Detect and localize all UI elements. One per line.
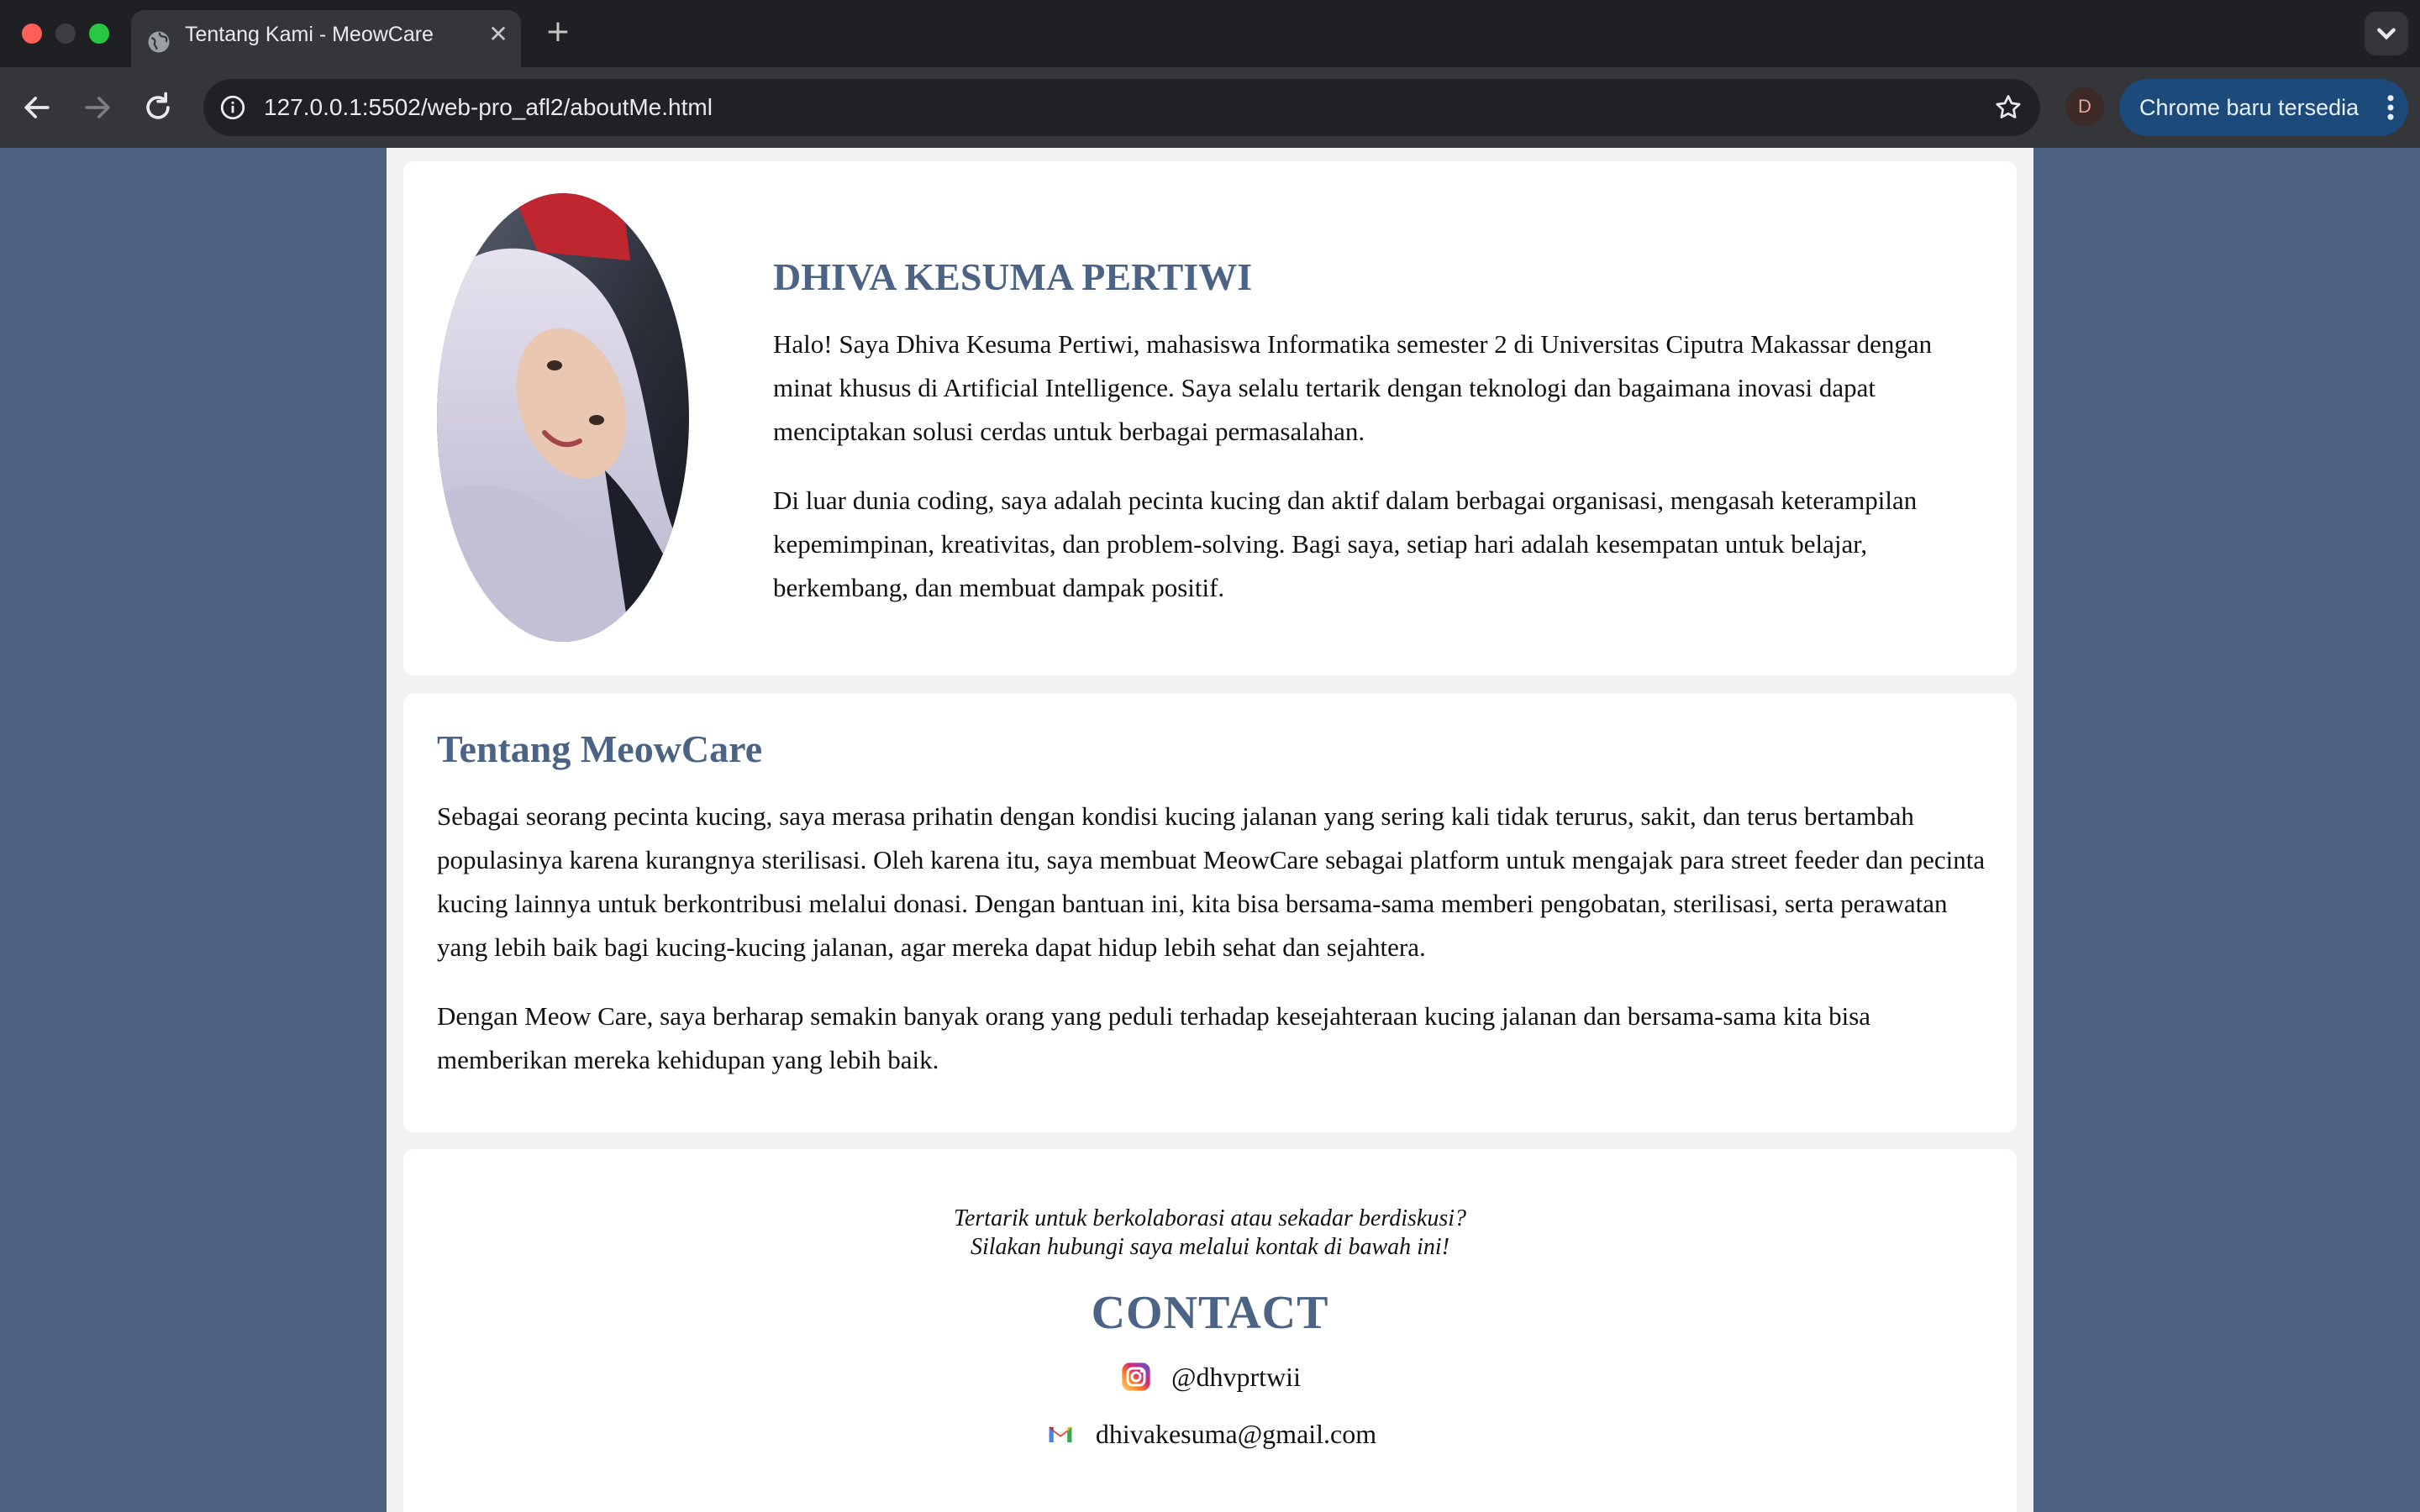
reload-icon[interactable] [139, 89, 176, 126]
back-icon[interactable] [18, 89, 55, 126]
tab-active[interactable]: Tentang Kami - MeowCare ✕ [131, 10, 521, 67]
profile-avatar[interactable]: D [2065, 87, 2104, 126]
email-link[interactable]: dhivakesuma@gmail.com [403, 1415, 2017, 1453]
bio-section: DHIVA KESUMA PERTIWI Halo! Saya Dhiva Ke… [773, 254, 1983, 610]
url-text[interactable]: 127.0.0.1:5502/web-pro_afl2/aboutMe.html [264, 79, 713, 136]
about-paragraph: Sebagai seorang pecinta kucing, saya mer… [437, 801, 1986, 962]
info-icon[interactable] [218, 93, 247, 122]
kebab-menu-icon[interactable] [2386, 94, 2395, 121]
email-address[interactable]: dhivakesuma@gmail.com [1096, 1415, 1376, 1453]
update-label: Chrome baru tersedia [2139, 95, 2360, 120]
forward-icon[interactable] [79, 89, 116, 126]
chrome-update-button[interactable]: Chrome baru tersedia [2119, 79, 2408, 136]
tab-close-icon[interactable]: ✕ [486, 22, 511, 47]
about-title: Tentang MeowCare [437, 727, 763, 770]
globe-icon [148, 31, 170, 53]
tab-title: Tentang Kami - MeowCare [185, 23, 434, 46]
window-maximize-button[interactable] [89, 24, 109, 44]
contact-title: CONTACT [1091, 1287, 1329, 1339]
new-tab-button[interactable]: + [541, 15, 575, 49]
chevron-down-icon [2377, 28, 2396, 40]
window-close-button[interactable] [22, 24, 42, 44]
profile-photo [437, 193, 689, 642]
tab-strip: Tentang Kami - MeowCare ✕ + [0, 0, 2420, 67]
profile-card: DHIVA KESUMA PERTIWI Halo! Saya Dhiva Ke… [403, 161, 2017, 675]
star-icon[interactable] [1993, 92, 2023, 123]
page-container: DHIVA KESUMA PERTIWI Halo! Saya Dhiva Ke… [387, 148, 2033, 1512]
about-paragraph: Dengan Meow Care, saya berharap semakin … [437, 1001, 1871, 1074]
instagram-icon [1122, 1362, 1150, 1391]
profile-name: DHIVA KESUMA PERTIWI [773, 255, 1253, 298]
contact-invite-line: Tertarik untuk berkolaborasi atau sekada… [953, 1205, 1466, 1231]
browser-toolbar: 127.0.0.1:5502/web-pro_afl2/aboutMe.html… [0, 67, 2420, 148]
tab-search-button[interactable] [2365, 12, 2408, 55]
contact-invite-line: Silakan hubungi saya melalui kontak di b… [970, 1234, 1450, 1260]
gmail-icon [1049, 1426, 1072, 1442]
instagram-handle[interactable]: @dhvprtwii [1171, 1357, 1301, 1396]
window-minimize-button[interactable] [55, 24, 76, 44]
address-bar[interactable]: 127.0.0.1:5502/web-pro_afl2/aboutMe.html [203, 79, 2040, 136]
about-card: Tentang MeowCare Sebagai seorang pecinta… [403, 694, 2017, 1132]
contact-card: Tertarik untuk berkolaborasi atau sekada… [403, 1149, 2017, 1512]
bio-paragraph: Halo! Saya Dhiva Kesuma Pertiwi, mahasis… [773, 329, 1933, 446]
instagram-link[interactable]: @dhvprtwii [403, 1357, 2017, 1396]
bio-paragraph: Di luar dunia coding, saya adalah pecint… [773, 486, 1918, 602]
